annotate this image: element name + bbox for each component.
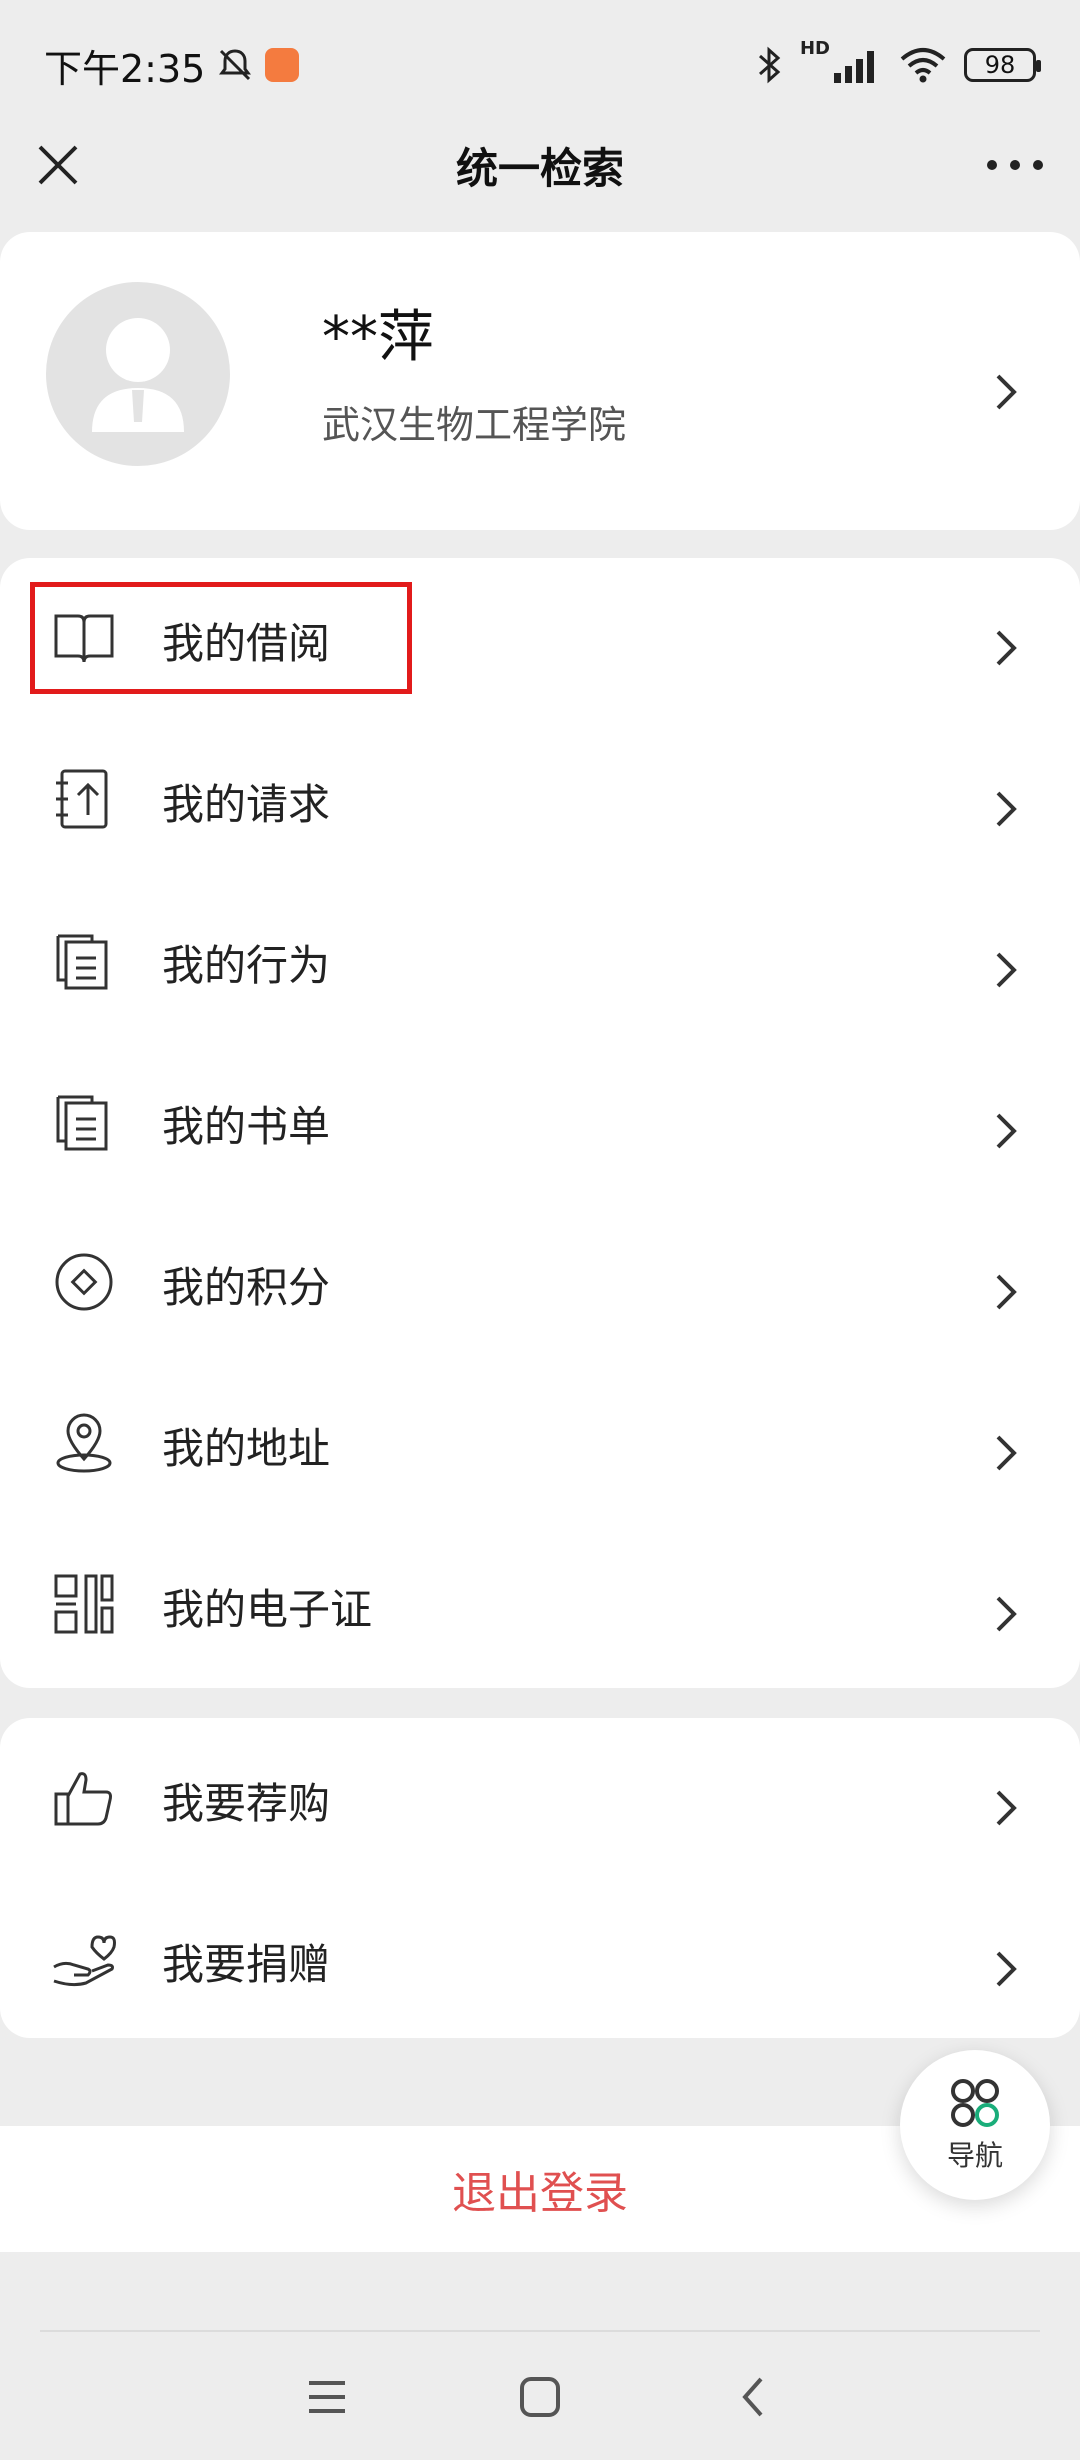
menu-item-borrow[interactable]: 我的借阅 [0, 558, 1080, 719]
nav-bar: 统一检索 [0, 110, 1080, 220]
status-left: 下午2:35 [44, 38, 300, 93]
chevron-right-icon [996, 952, 1017, 988]
document-icon [56, 934, 108, 990]
menu-item-label: 我的借阅 [162, 619, 331, 668]
battery-indicator: 98 [964, 48, 1041, 82]
float-nav-button[interactable]: 导航 [900, 2050, 1050, 2200]
chevron-right-icon [996, 630, 1017, 666]
network-type: HD [799, 38, 830, 59]
chevron-right-icon [996, 1435, 1017, 1471]
back-icon[interactable] [725, 2369, 781, 2425]
menu-item-label: 我的书单 [162, 1102, 331, 1151]
wifi-icon [900, 48, 946, 83]
location-icon [56, 1413, 112, 1473]
chevron-right-icon [996, 1951, 1017, 1987]
system-nav-bar [0, 2334, 1080, 2460]
profile-card[interactable]: **萍 武汉生物工程学院 [0, 232, 1080, 530]
float-nav-label: 导航 [946, 2139, 1003, 2172]
booklist-icon [56, 1095, 108, 1151]
chevron-right-icon [996, 1596, 1017, 1632]
menu-item-label: 我要荐购 [162, 1779, 331, 1828]
bluetooth-icon [758, 46, 781, 84]
menu-icon[interactable] [299, 2369, 355, 2425]
menu-group-1: 我的借阅 我的请求 我的行为 我的书单 我的积分 我的地址 我的电子证 [0, 558, 1080, 1688]
divider [40, 2330, 1040, 2332]
menu-item-points[interactable]: 我的积分 [0, 1202, 1080, 1363]
chevron-right-icon [996, 1113, 1017, 1149]
qrcode-icon [54, 1574, 114, 1634]
home-icon[interactable] [512, 2369, 568, 2425]
menu-item-booklist[interactable]: 我的书单 [0, 1041, 1080, 1202]
more-icon[interactable] [980, 137, 1050, 193]
menu-item-ecard[interactable]: 我的电子证 [0, 1524, 1080, 1685]
menu-item-behavior[interactable]: 我的行为 [0, 880, 1080, 1041]
menu-item-label: 我的地址 [162, 1424, 331, 1473]
signal-icon [834, 51, 874, 83]
menu-group-2: 我要荐购 我要捐赠 [0, 1718, 1080, 2038]
status-time: 下午2:35 [44, 46, 206, 91]
menu-item-label: 我要捐赠 [162, 1940, 331, 1989]
menu-item-request[interactable]: 我的请求 [0, 719, 1080, 880]
chevron-right-icon [996, 791, 1017, 827]
app-notification-icon [265, 48, 300, 82]
menu-item-label: 我的行为 [162, 941, 331, 990]
menu-item-label: 我的积分 [162, 1263, 331, 1312]
chevron-right-icon [996, 374, 1017, 410]
logout-label: 退出登录 [452, 2168, 628, 2219]
donate-icon [53, 1935, 116, 1987]
request-icon [56, 769, 108, 829]
close-icon[interactable] [30, 137, 86, 193]
menu-item-label: 我的电子证 [162, 1585, 373, 1634]
profile-name: **萍 [322, 305, 434, 370]
profile-school: 武汉生物工程学院 [322, 403, 627, 447]
chevron-right-icon [996, 1790, 1017, 1826]
menu-item-recommend-purchase[interactable]: 我要荐购 [0, 1718, 1080, 1879]
menu-item-address[interactable]: 我的地址 [0, 1363, 1080, 1524]
mute-bell-icon [219, 49, 252, 81]
menu-item-donate[interactable]: 我要捐赠 [0, 1879, 1080, 2040]
status-right: HD 98 [754, 38, 1041, 86]
thumbs-up-icon [54, 1772, 112, 1826]
page-title: 统一检索 [455, 143, 624, 193]
nav-grid-icon [951, 2079, 999, 2127]
book-icon [54, 614, 114, 663]
chevron-right-icon [996, 1274, 1017, 1310]
user-silhouette-icon [92, 318, 184, 432]
points-icon [55, 1253, 113, 1311]
menu-item-label: 我的请求 [162, 780, 331, 829]
avatar [46, 282, 230, 466]
